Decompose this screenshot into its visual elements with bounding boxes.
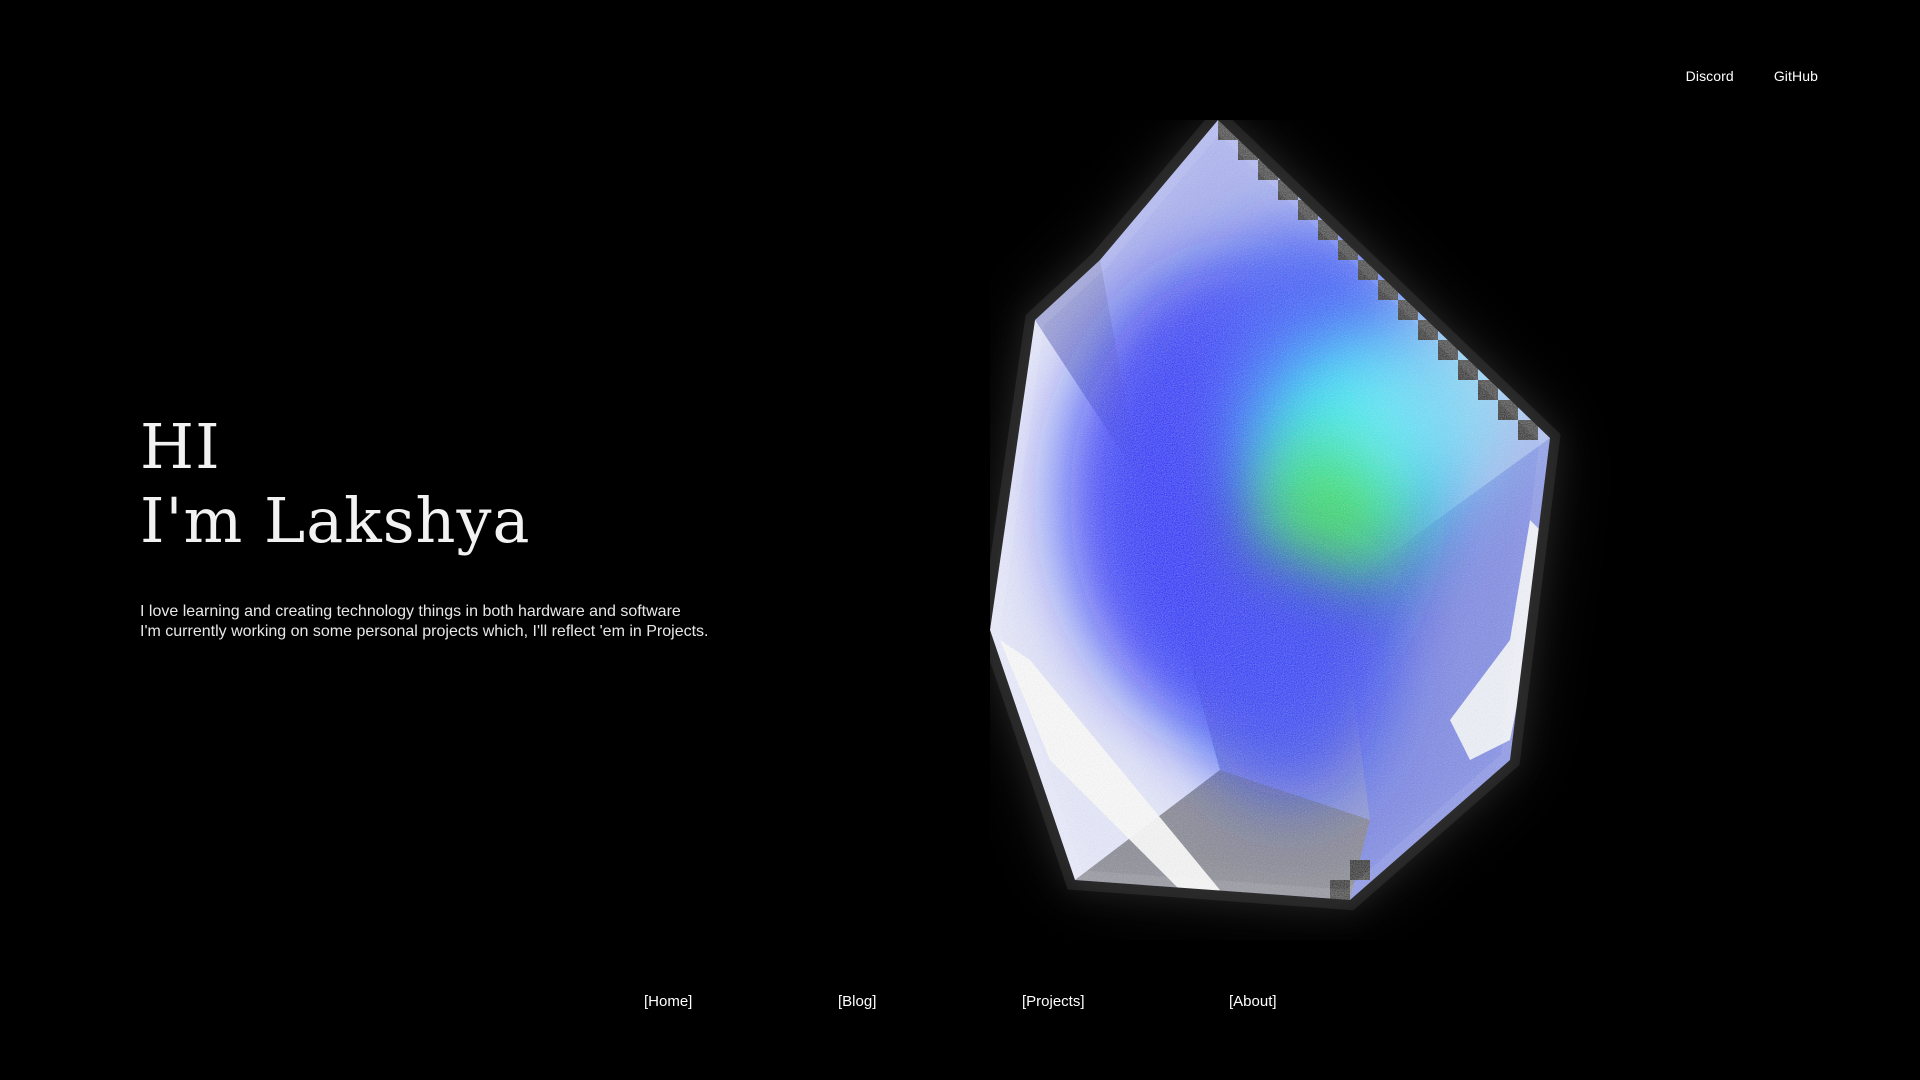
top-links: Discord GitHub (1686, 68, 1818, 84)
nav-about[interactable]: [About] (1229, 993, 1277, 1010)
bottom-nav: [Home] [Blog] [Projects] [About] (0, 993, 1920, 1015)
hero-name: I'm Lakshya (140, 484, 531, 557)
hero-intro: I love learning and creating technology … (140, 602, 708, 642)
github-link[interactable]: GitHub (1774, 68, 1818, 84)
intro-line-2: I'm currently working on some personal p… (140, 623, 709, 640)
intro-line-1: I love learning and creating technology … (140, 603, 681, 620)
hero-heading: HI I'm Lakshya (140, 410, 708, 558)
nav-blog[interactable]: [Blog] (838, 993, 876, 1010)
discord-link[interactable]: Discord (1686, 68, 1734, 84)
pixelated-glowing-cube-icon (990, 120, 1750, 940)
nav-projects[interactable]: [Projects] (1022, 993, 1085, 1010)
hero-section: HI I'm Lakshya I love learning and creat… (140, 410, 708, 642)
hero-greeting: HI (140, 410, 221, 483)
nav-home[interactable]: [Home] (644, 993, 692, 1010)
page: Discord GitHub HI I'm Lakshya I love lea… (0, 0, 1920, 1080)
